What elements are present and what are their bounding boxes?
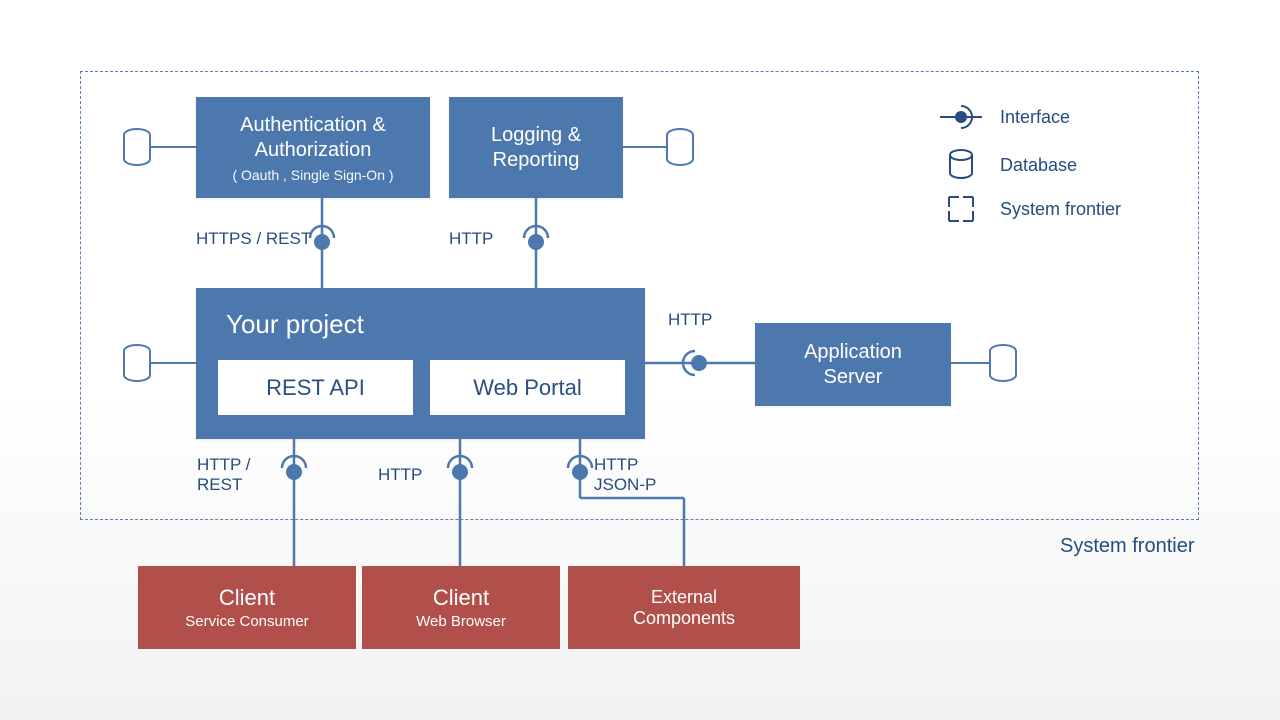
legend-interface: Interface bbox=[940, 105, 1070, 129]
label-auth-down: HTTPS / REST bbox=[196, 229, 311, 249]
inset-rest-label: REST API bbox=[266, 375, 365, 401]
inset-rest-api: REST API bbox=[218, 360, 413, 415]
label-c3-up: HTTP JSON-P bbox=[594, 455, 656, 496]
box-auth-sub: ( Oauth , Single Sign-On ) bbox=[232, 167, 393, 183]
frontier-caption: System frontier bbox=[1060, 535, 1194, 558]
diagram-stage: Authentication & Authorization ( Oauth ,… bbox=[0, 0, 1280, 720]
box-auth: Authentication & Authorization ( Oauth ,… bbox=[196, 97, 430, 198]
client1-sub: Service Consumer bbox=[185, 613, 308, 630]
client1-title: Client bbox=[219, 585, 275, 611]
box-client-consumer: Client Service Consumer bbox=[138, 566, 356, 649]
box-logging-title: Logging & Reporting bbox=[491, 123, 581, 173]
legend-database-label: Database bbox=[1000, 155, 1077, 176]
inset-portal-label: Web Portal bbox=[473, 375, 581, 401]
interface-icon bbox=[940, 105, 982, 129]
legend-frontier: System frontier bbox=[940, 194, 1121, 224]
database-icon bbox=[940, 148, 982, 182]
box-client-browser: Client Web Browser bbox=[362, 566, 560, 649]
box-auth-title: Authentication & Authorization bbox=[240, 113, 386, 163]
box-logging: Logging & Reporting bbox=[449, 97, 623, 198]
client2-sub: Web Browser bbox=[416, 613, 506, 630]
box-external-components: External Components bbox=[568, 566, 800, 649]
label-c1-up: HTTP / REST bbox=[197, 455, 251, 496]
label-c2-up: HTTP bbox=[378, 465, 422, 485]
label-log-down: HTTP bbox=[449, 229, 493, 249]
legend-interface-label: Interface bbox=[1000, 107, 1070, 128]
box-project-title: Your project bbox=[226, 308, 364, 341]
client3-title: External Components bbox=[633, 587, 735, 629]
legend-frontier-label: System frontier bbox=[1000, 199, 1121, 220]
client2-title: Client bbox=[433, 585, 489, 611]
inset-web-portal: Web Portal bbox=[430, 360, 625, 415]
label-proj-right: HTTP bbox=[668, 310, 712, 330]
box-app-title: Application Server bbox=[804, 340, 902, 390]
legend-database: Database bbox=[940, 148, 1077, 182]
box-app-server: Application Server bbox=[755, 323, 951, 406]
frontier-icon bbox=[940, 194, 982, 224]
